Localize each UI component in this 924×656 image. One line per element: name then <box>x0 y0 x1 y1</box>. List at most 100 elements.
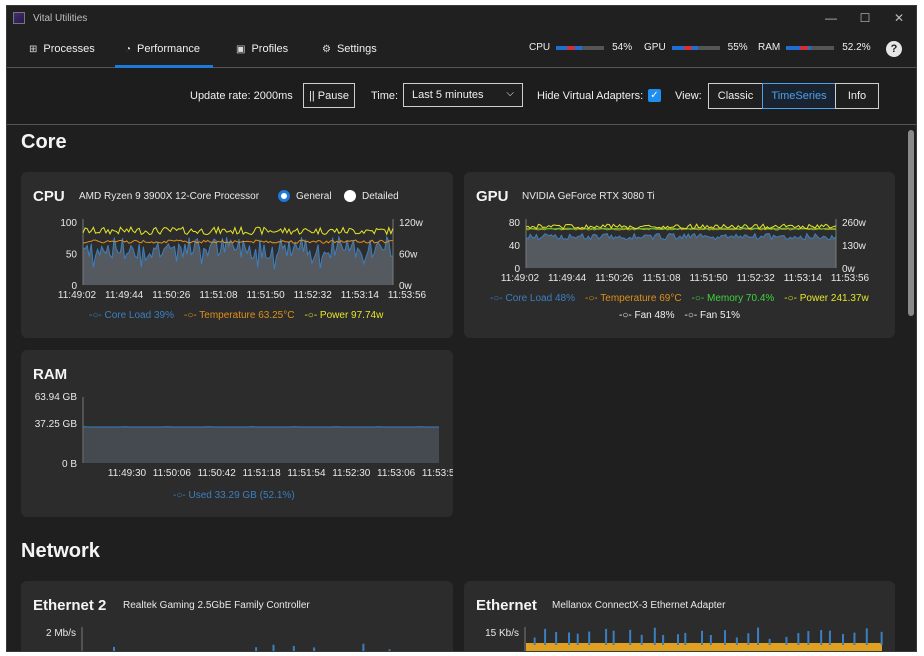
gear-icon: ⚙ <box>322 43 331 55</box>
meter-marker <box>567 45 576 50</box>
cpu-x-tick: 11:50:26 <box>152 290 191 301</box>
help-button[interactable]: ? <box>886 41 902 57</box>
legend-item[interactable]: -○- Core Load 48% <box>490 293 575 304</box>
ethernet-bar <box>612 630 615 645</box>
ethernet-bar <box>747 633 750 645</box>
performance-content[interactable]: Core CPU AMD Ryzen 9 3900X 12-Core Proce… <box>7 126 907 651</box>
ethernet-bar <box>828 630 831 645</box>
legend-item[interactable]: -○- Fan 48% <box>619 310 675 321</box>
ram-y-tick: 63.94 GB <box>35 392 78 403</box>
meter-label: RAM <box>758 42 781 53</box>
gpu-y-tick-left: 40 <box>509 241 521 252</box>
ram-panel: RAM 63.94 GB 37.25 GB 0 B 11:49:30 11:50:06 1… <box>21 350 453 517</box>
vertical-scrollbar[interactable] <box>908 130 914 316</box>
ethernet2-bar <box>388 649 391 651</box>
ram-x-tick: 11:52:30 <box>332 468 371 479</box>
ethernet-bar <box>820 630 823 645</box>
hide-virtual-checkbox[interactable]: ✓ <box>648 89 661 102</box>
meter-value: 54% <box>612 42 633 53</box>
tab-settings[interactable]: ⚙ Settings <box>322 30 377 68</box>
cpu-y-tick-right: 60w <box>399 250 418 261</box>
ram-x-tick: 11:53:06 <box>377 468 416 479</box>
gpu-x-tick: 11:52:32 <box>737 273 776 284</box>
time-label: Time: <box>371 90 399 102</box>
ethernet-bar <box>605 628 608 645</box>
ethernet-bar <box>662 634 665 645</box>
cpu-panel: CPU AMD Ryzen 9 3900X 12-Core Processor … <box>21 172 453 338</box>
legend-item[interactable]: -○- Power 241.37w <box>784 293 868 304</box>
title-bar: Vital Utilities — ☐ ✕ <box>7 6 916 30</box>
meter-value: 52.2% <box>842 42 871 53</box>
meter-label: GPU <box>644 42 666 53</box>
ethernet-bar <box>640 634 643 645</box>
view-label: View: <box>675 90 702 102</box>
section-title-network: Network <box>21 540 100 562</box>
ethernet-bar <box>653 627 656 645</box>
time-range-select[interactable]: Last 5 minutes ⌵ <box>403 83 523 107</box>
profile-card-icon: ▣ <box>236 43 246 55</box>
close-button[interactable]: ✕ <box>882 6 916 30</box>
meter-marker <box>683 45 692 50</box>
gpu-x-tick: 11:51:50 <box>689 273 728 284</box>
meter-label: CPU <box>529 42 551 53</box>
time-range-value: Last 5 minutes <box>412 89 484 101</box>
ethernet-bar <box>724 630 727 645</box>
tab-label: Settings <box>336 43 377 55</box>
ethernet-bar <box>709 634 712 645</box>
gpu-x-tick: 11:51:08 <box>642 273 681 284</box>
cpu-x-tick: 11:52:32 <box>294 290 333 301</box>
gpu-fan-legend: -○- Fan 48% -○- Fan 51% <box>619 310 740 321</box>
legend-item[interactable]: -○- Used 33.29 GB (52.1%) <box>173 490 295 501</box>
tab-label: Profiles <box>251 43 289 55</box>
meter-bar <box>556 45 605 50</box>
gpu-x-tick: 11:49:02 <box>501 273 540 284</box>
legend-item[interactable]: -○- Fan 51% <box>685 310 741 321</box>
ethernet-bar <box>785 636 788 645</box>
cpu-y-tick-left: 50 <box>66 250 78 261</box>
cpu-x-tick: 11:51:50 <box>246 290 285 301</box>
ram-x-tick: 11:49:30 <box>108 468 147 479</box>
section-title-core: Core <box>21 131 67 153</box>
view-classic-button[interactable]: Classic <box>708 83 763 109</box>
legend-item[interactable]: -○- Core Load 39% <box>89 310 174 321</box>
ethernet-bar <box>757 627 760 645</box>
ethernet-chart: 15 Kb/s <box>485 627 883 651</box>
ethernet-bar <box>568 632 571 645</box>
ethernet-bar <box>701 630 704 645</box>
ethernet-bar <box>555 632 558 645</box>
legend-item[interactable]: -○- Temperature 63.25°C <box>184 310 294 321</box>
ram-x-tick: 11:50:06 <box>153 468 192 479</box>
ethernet-bar <box>797 633 800 645</box>
gpu-x-tick: 11:53:56 <box>831 273 870 284</box>
tab-processes[interactable]: ⊞ Processes <box>29 30 95 68</box>
gpu-panel: GPU NVIDIA GeForce RTX 3080 Ti 80 260w 40 1… <box>464 172 895 338</box>
gpu-y-tick-right: 130w <box>842 241 867 252</box>
tab-label: Performance <box>137 43 201 55</box>
minimize-button[interactable]: — <box>814 6 848 30</box>
cpu-x-tick: 11:49:44 <box>105 290 144 301</box>
legend-item[interactable]: -○- Temperature 69°C <box>585 293 682 304</box>
view-info-button[interactable]: Info <box>835 83 879 109</box>
ethernet-bar <box>533 637 536 645</box>
maximize-button[interactable]: ☐ <box>848 6 882 30</box>
ethernet2-y-tick: 2 Mb/s <box>46 628 76 639</box>
ram-x-tick: 11:53:56 <box>422 468 453 479</box>
ram-x-tick: 11:51:54 <box>287 468 326 479</box>
pause-button[interactable]: || Pause <box>303 83 355 108</box>
cpu-x-tick: 11:51:08 <box>199 290 238 301</box>
ethernet2-bar <box>272 644 275 651</box>
gpu-load-line-area <box>526 233 836 268</box>
ethernet-y-tick: 15 Kb/s <box>485 628 519 639</box>
tab-profiles[interactable]: ▣ Profiles <box>236 30 288 68</box>
ram-y-tick: 0 B <box>62 459 77 470</box>
ethernet2-bar <box>313 647 316 651</box>
gauge-icon: ◔ <box>125 43 132 55</box>
legend-item[interactable]: -○- Power 97.74w <box>304 310 383 321</box>
meter-marker <box>800 45 809 50</box>
ethernet-bar <box>588 631 591 645</box>
view-timeseries-button[interactable]: TimeSeries <box>762 83 836 109</box>
ram-legend: -○- Used 33.29 GB (52.1%) <box>173 490 295 501</box>
meter-value: 55% <box>727 42 748 53</box>
legend-item[interactable]: -○- Memory 70.4% <box>692 293 775 304</box>
tab-performance[interactable]: ◔ Performance <box>125 30 200 68</box>
